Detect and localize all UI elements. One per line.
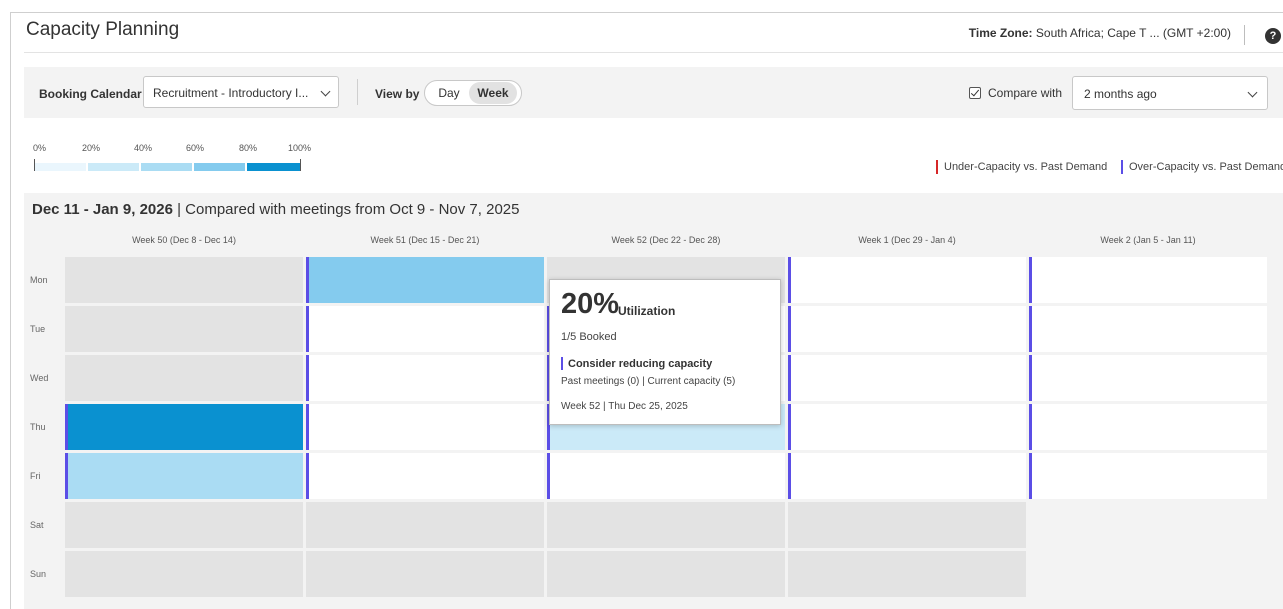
week-header: Week 51 (Dec 15 - Dec 21) xyxy=(370,235,480,245)
tooltip-booked: 1/5 Booked xyxy=(561,331,617,343)
calendar-cell[interactable] xyxy=(788,257,1026,303)
page-frame-top xyxy=(10,12,1283,13)
tooltip-advice: Consider reducing capacity xyxy=(568,358,713,370)
view-week-button[interactable]: Week xyxy=(469,82,517,104)
week-header: Week 1 (Dec 29 - Jan 4) xyxy=(858,235,956,245)
calendar-cell[interactable] xyxy=(1029,257,1267,303)
scale-label: 80% xyxy=(239,143,258,153)
help-icon[interactable]: ? xyxy=(1265,28,1281,44)
day-label: Sun xyxy=(30,569,47,579)
date-range: Dec 11 - Jan 9, 2026 xyxy=(32,201,173,218)
calendar-cell[interactable] xyxy=(65,502,303,548)
scale-label: 0% xyxy=(33,143,47,153)
utilization-scale: 0% 20% 40% 60% 80% 100% xyxy=(33,143,333,173)
scale-segment xyxy=(88,163,139,171)
compare-select[interactable]: 2 months ago xyxy=(1072,76,1268,110)
calendar-cell[interactable] xyxy=(65,257,303,303)
checkmark-icon xyxy=(970,87,980,97)
header-divider xyxy=(1244,25,1245,45)
calendar-cell[interactable] xyxy=(1029,306,1267,352)
calendar-cell[interactable] xyxy=(788,404,1026,450)
calendar-cell[interactable] xyxy=(306,551,544,597)
under-capacity-marker xyxy=(936,160,938,174)
timezone-label: Time Zone: xyxy=(968,26,1033,40)
week-header: Week 52 (Dec 22 - Dec 28) xyxy=(611,235,721,245)
calendar-cell[interactable] xyxy=(65,453,303,499)
calendar-cell[interactable] xyxy=(306,502,544,548)
calendar-cell[interactable] xyxy=(788,306,1026,352)
timezone-value: South Africa; Cape T ... (GMT +2:00) xyxy=(1032,26,1231,40)
booking-calendar-label: Booking Calendar xyxy=(39,87,142,101)
calendar-cell[interactable] xyxy=(547,551,785,597)
over-capacity-label: Over-Capacity vs. Past Demand xyxy=(1129,161,1283,173)
scale-segment xyxy=(35,163,86,171)
calendar-cell[interactable] xyxy=(788,502,1026,548)
compare-label: Compare with xyxy=(988,86,1063,100)
calendar-cell[interactable] xyxy=(547,453,785,499)
calendar-cell[interactable] xyxy=(65,404,303,450)
booking-calendar-select[interactable]: Recruitment - Introductory I... xyxy=(143,76,339,108)
scale-label: 40% xyxy=(134,143,153,153)
page-frame-left xyxy=(10,12,11,609)
view-day-button[interactable]: Day xyxy=(429,82,469,104)
calendar-cell[interactable] xyxy=(1029,404,1267,450)
calendar-cell[interactable] xyxy=(306,404,544,450)
chevron-down-icon xyxy=(1247,87,1258,98)
calendar-cell[interactable] xyxy=(306,257,544,303)
title-rule xyxy=(24,52,1283,53)
timezone-display: Time Zone: South Africa; Cape T ... (GMT… xyxy=(969,26,1231,40)
calendar-cell[interactable] xyxy=(547,502,785,548)
scale-segment xyxy=(194,163,245,171)
utilization-tooltip: 20% Utilization 1/5 Booked Consider redu… xyxy=(549,279,781,425)
scale-label: 100% xyxy=(288,143,312,153)
calendar-cell[interactable] xyxy=(65,551,303,597)
over-capacity-marker xyxy=(561,357,563,370)
tooltip-utilization-label: Utilization xyxy=(618,304,676,318)
calendar-cell[interactable] xyxy=(65,306,303,352)
toolbar-divider xyxy=(357,79,358,105)
range-title: Dec 11 - Jan 9, 2026 | Compared with mee… xyxy=(32,201,519,218)
calendar-cell[interactable] xyxy=(788,355,1026,401)
calendar-cell[interactable] xyxy=(306,306,544,352)
week-header: Week 50 (Dec 8 - Dec 14) xyxy=(132,235,236,245)
compare-checkbox[interactable] xyxy=(969,87,981,99)
day-label: Mon xyxy=(30,275,48,285)
view-toggle: Day Week xyxy=(424,80,522,106)
calendar-cell[interactable] xyxy=(65,355,303,401)
scale-label: 20% xyxy=(82,143,101,153)
under-capacity-label: Under-Capacity vs. Past Demand xyxy=(944,161,1108,173)
calendar-cell[interactable] xyxy=(306,355,544,401)
tooltip-date: Week 52 | Thu Dec 25, 2025 xyxy=(561,401,688,412)
tooltip-percent: 20% xyxy=(561,288,620,320)
scale-segment xyxy=(141,163,192,171)
chevron-down-icon xyxy=(320,86,331,97)
scale-segment xyxy=(247,163,300,171)
view-by-label: View by xyxy=(375,87,420,101)
page-title: Capacity Planning xyxy=(26,19,180,40)
calendar-cell[interactable] xyxy=(788,453,1026,499)
compare-value: 2 months ago xyxy=(1084,87,1157,101)
day-label: Sat xyxy=(30,520,44,530)
booking-calendar-value: Recruitment - Introductory I... xyxy=(153,86,309,100)
compare-range: | Compared with meetings from Oct 9 - No… xyxy=(172,201,520,218)
calendar-cell[interactable] xyxy=(788,551,1026,597)
week-header: Week 2 (Jan 5 - Jan 11) xyxy=(1100,235,1196,245)
day-label: Fri xyxy=(30,471,41,481)
over-capacity-marker xyxy=(1121,160,1123,174)
day-label: Tue xyxy=(30,324,46,334)
calendar-cell[interactable] xyxy=(1029,453,1267,499)
tooltip-details: Past meetings (0) | Current capacity (5) xyxy=(561,376,736,387)
calendar-cell[interactable] xyxy=(306,453,544,499)
calendar-cell[interactable] xyxy=(1029,355,1267,401)
scale-tick-end xyxy=(300,159,301,171)
day-label: Wed xyxy=(30,373,49,383)
day-label: Thu xyxy=(30,422,46,432)
scale-label: 60% xyxy=(186,143,205,153)
